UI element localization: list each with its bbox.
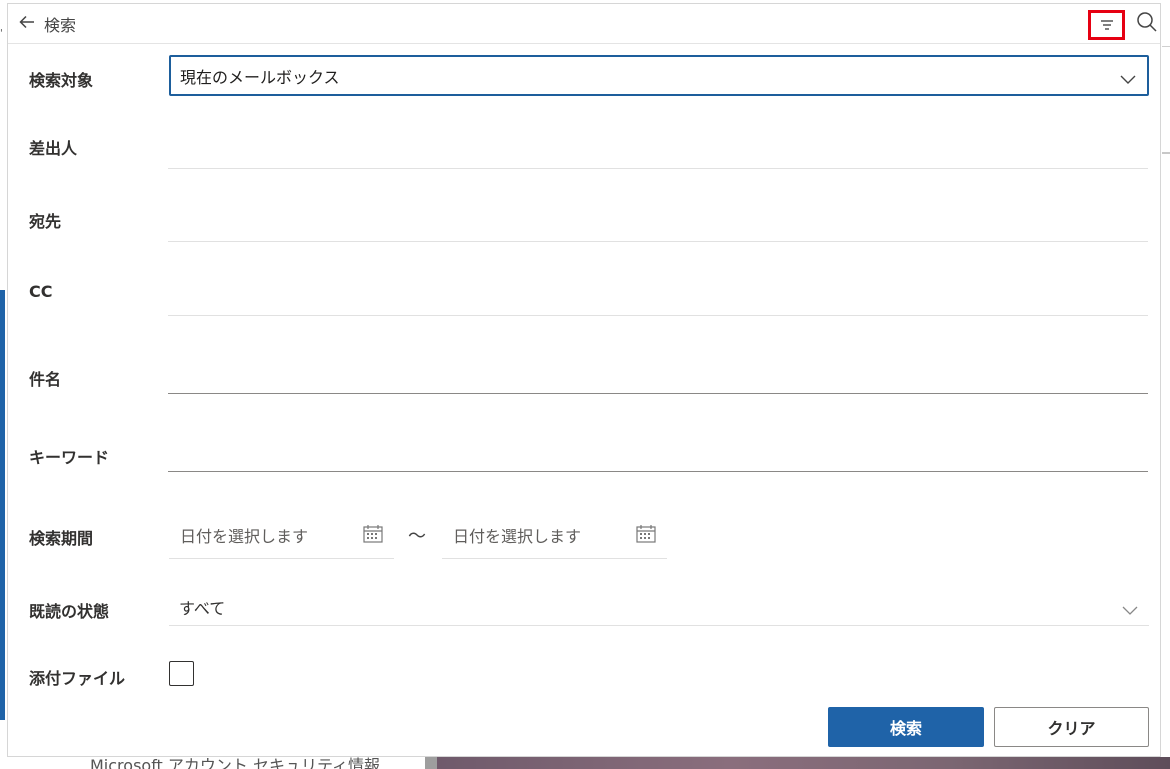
arrow-left-icon <box>18 13 36 35</box>
start-date-picker[interactable]: 日付を選択します <box>169 512 394 559</box>
clear-button[interactable]: クリア <box>994 707 1149 747</box>
calendar-icon[interactable] <box>635 524 657 544</box>
background-edge-mark: ' <box>0 28 3 39</box>
background-image <box>437 757 1170 769</box>
keyword-input[interactable] <box>168 432 1148 472</box>
subject-label: 件名 <box>29 370 62 389</box>
from-label: 差出人 <box>29 139 78 158</box>
attachment-label: 添付ファイル <box>29 669 126 688</box>
from-input[interactable] <box>168 130 1148 169</box>
scope-value: 現在のメールボックス <box>180 67 340 87</box>
advanced-search-panel: 検索 検索対象 現在のメールボックス 差出人 宛先 CC 件名 キーワード 検索… <box>7 3 1161 757</box>
calendar-icon[interactable] <box>362 524 384 544</box>
subject-input[interactable] <box>168 354 1148 394</box>
to-input[interactable] <box>168 203 1148 242</box>
keyword-label: キーワード <box>29 448 110 467</box>
search-icon-button[interactable] <box>1135 12 1159 36</box>
background-right-divider <box>1162 152 1170 154</box>
read-status-select[interactable]: すべて <box>169 588 1149 626</box>
cc-input[interactable] <box>168 277 1148 316</box>
background-right-divider <box>1162 46 1170 47</box>
end-date-picker[interactable]: 日付を選択します <box>442 512 667 559</box>
start-date-placeholder: 日付を選択します <box>180 527 309 546</box>
background-accent-strip <box>0 290 5 720</box>
filter-icon <box>1099 16 1115 35</box>
filter-button[interactable] <box>1088 10 1125 40</box>
date-range-separator: ～ <box>408 526 426 547</box>
panel-header: 検索 <box>8 4 1160 44</box>
attachment-checkbox[interactable] <box>169 661 194 686</box>
read-status-label: 既読の状態 <box>29 602 110 621</box>
back-button[interactable]: 検索 <box>18 10 76 38</box>
end-date-placeholder: 日付を選択します <box>453 527 582 546</box>
back-label: 検索 <box>44 16 77 35</box>
search-icon <box>1136 11 1158 37</box>
to-label: 宛先 <box>29 212 62 231</box>
cc-label: CC <box>29 282 53 301</box>
background-divider <box>425 757 437 769</box>
scope-label: 検索対象 <box>29 71 94 90</box>
read-status-value: すべて <box>179 598 226 618</box>
chevron-down-icon <box>1119 70 1137 84</box>
search-button[interactable]: 検索 <box>828 707 984 747</box>
period-label: 検索期間 <box>29 529 94 548</box>
chevron-down-icon <box>1121 601 1139 615</box>
scope-select[interactable]: 現在のメールボックス <box>169 55 1149 96</box>
